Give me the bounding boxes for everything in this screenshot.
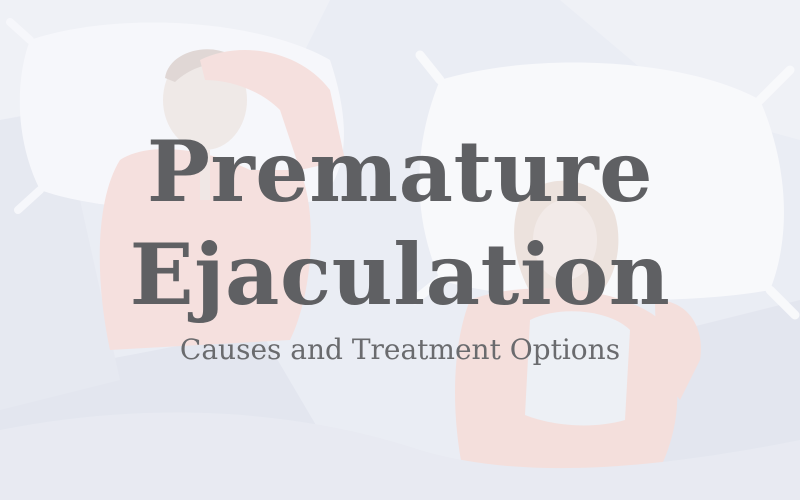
article-hero-banner: Premature Ejaculation Causes and Treatme… bbox=[0, 0, 800, 500]
hero-text: Premature Ejaculation Causes and Treatme… bbox=[0, 0, 800, 500]
page-title-line-1: Premature bbox=[146, 122, 654, 221]
page-title-line-2: Ejaculation bbox=[129, 225, 671, 324]
page-subtitle: Causes and Treatment Options bbox=[179, 333, 621, 366]
